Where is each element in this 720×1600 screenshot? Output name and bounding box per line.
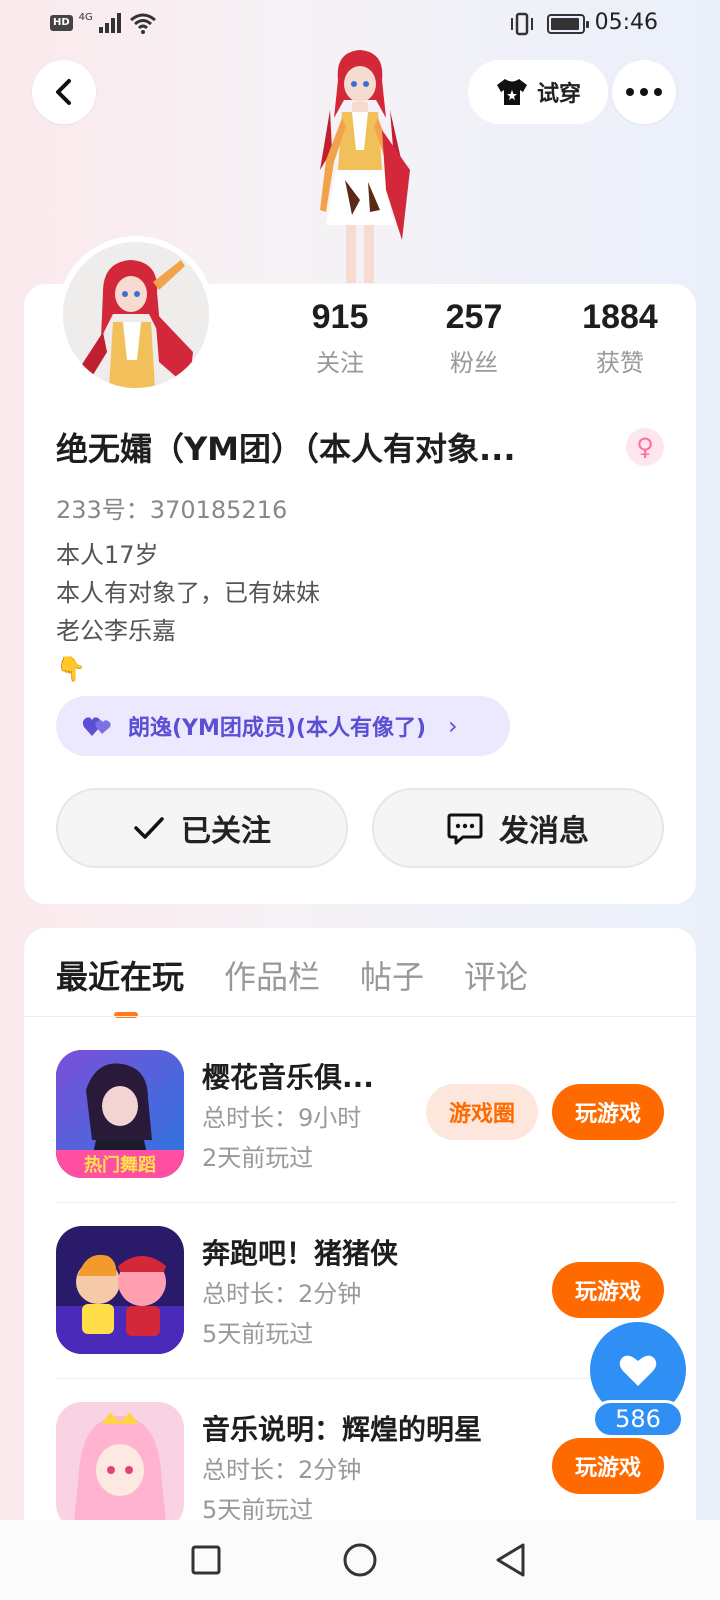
stat-fans-label: 粉丝 — [450, 349, 498, 377]
back-button[interactable] — [32, 60, 96, 124]
game-circle-button[interactable]: 游戏圈 — [426, 1084, 538, 1140]
game-row[interactable]: 热门舞蹈 樱花音乐俱... 总时长：9小时 2天前玩过 游戏圈 玩游戏 — [56, 1050, 676, 1180]
clock: 05:46 — [594, 10, 658, 35]
try-on-button[interactable]: 试穿 — [468, 60, 608, 124]
tshirt-icon — [496, 79, 527, 105]
triangle-back-icon — [496, 1543, 525, 1577]
home-button[interactable] — [340, 1540, 380, 1580]
play-game-button[interactable]: 玩游戏 — [552, 1262, 664, 1318]
game-duration: 总时长：2分钟 — [202, 1280, 362, 1308]
game-duration: 总时长：2分钟 — [202, 1456, 362, 1484]
row-divider — [56, 1202, 676, 1203]
tab-bar: 最近在玩 作品栏 帖子 评论 — [56, 952, 528, 998]
stat-following[interactable]: 915 关注 — [280, 298, 400, 378]
square-icon — [191, 1545, 221, 1575]
try-on-label: 试穿 — [536, 82, 581, 107]
profile-avatar[interactable] — [57, 236, 215, 394]
back-nav-button[interactable] — [490, 1540, 530, 1580]
play-game-button[interactable]: 玩游戏 — [552, 1084, 664, 1140]
message-button-label: 发消息 — [499, 814, 589, 849]
tab-comments[interactable]: 评论 — [464, 952, 528, 998]
recent-apps-button[interactable] — [186, 1540, 226, 1580]
back-arrow-icon — [56, 79, 71, 105]
group-pill[interactable]: 朗逸(YM团成员)(本人有像了) › — [56, 696, 510, 756]
more-dots-icon — [626, 88, 662, 96]
battery-icon — [547, 14, 589, 34]
game-title: 奔跑吧！猪猪侠 — [202, 1237, 399, 1270]
game-row[interactable]: 音乐说明：辉煌的明星 总时长：2分钟 5天前玩过 玩游戏 — [56, 1402, 676, 1532]
avatar-image — [63, 242, 209, 388]
wifi-icon — [129, 13, 156, 34]
game-duration: 总时长：9小时 — [202, 1104, 362, 1132]
hd-badge: HD — [50, 15, 73, 31]
follow-button-label: 已关注 — [181, 814, 271, 849]
avatar-figure-image[interactable] — [290, 40, 430, 285]
chevron-right-icon: › — [448, 712, 458, 740]
hearts-icon — [82, 717, 111, 736]
more-button[interactable] — [612, 60, 676, 124]
game-last-played: 2天前玩过 — [202, 1144, 314, 1172]
game-icon-sakura-music: 热门舞蹈 — [56, 1050, 184, 1178]
circle-icon — [343, 1543, 377, 1577]
signal-icon — [98, 13, 121, 33]
heart-icon — [619, 1355, 657, 1386]
game-last-played: 5天前玩过 — [202, 1320, 314, 1348]
status-left: HD 4G — [50, 12, 157, 34]
bio-line: 本人有对象了，已有妹妹 — [56, 579, 320, 607]
user-id: 233号：370185216 — [56, 496, 288, 524]
bio-line: 老公李乐嘉 — [56, 617, 176, 645]
game-row[interactable]: 奔跑吧！猪猪侠 总时长：2分钟 5天前玩过 玩游戏 — [56, 1226, 676, 1356]
stat-likes[interactable]: 1884 获赞 — [560, 298, 680, 378]
tab-works[interactable]: 作品栏 — [224, 952, 320, 998]
game-icon-text: 热门舞蹈 — [84, 1154, 156, 1176]
female-icon: ♀ — [626, 428, 664, 466]
row-divider — [56, 1378, 676, 1379]
game-icon-run-piggy — [56, 1226, 184, 1354]
bio-line: 本人17岁 — [56, 541, 159, 569]
group-pill-label: 朗逸(YM团成员)(本人有像了) — [128, 716, 427, 741]
tabs-divider — [24, 1016, 696, 1017]
vibrate-icon — [511, 12, 533, 36]
chat-bubble-icon — [447, 813, 483, 845]
network-type: 4G — [78, 11, 93, 23]
message-button[interactable]: 发消息 — [372, 788, 664, 868]
tab-recently-played[interactable]: 最近在玩 — [56, 952, 184, 998]
stat-following-label: 关注 — [316, 349, 364, 377]
tab-indicator — [114, 1012, 138, 1018]
game-title: 樱花音乐俱... — [202, 1061, 374, 1094]
stat-following-value: 915 — [311, 298, 369, 336]
status-right — [509, 12, 589, 36]
stat-likes-value: 1884 — [582, 298, 658, 336]
game-title: 音乐说明：辉煌的明星 — [202, 1413, 483, 1446]
bio: 本人17岁 本人有对象了，已有妹妹 老公李乐嘉 👇 — [56, 536, 320, 688]
nickname: 绝无孀（YM团）（本人有对象... — [56, 430, 516, 468]
tab-posts[interactable]: 帖子 — [360, 952, 424, 998]
check-icon — [134, 817, 164, 839]
follow-button[interactable]: 已关注 — [56, 788, 348, 868]
stat-likes-label: 获赞 — [596, 349, 644, 377]
play-game-button[interactable]: 玩游戏 — [552, 1438, 664, 1494]
like-count: 586 — [592, 1400, 684, 1438]
game-icon-music-star — [56, 1402, 184, 1530]
stat-fans-value: 257 — [445, 298, 503, 336]
bio-line-emoji: 👇 — [56, 655, 86, 683]
stat-fans[interactable]: 257 粉丝 — [414, 298, 534, 378]
